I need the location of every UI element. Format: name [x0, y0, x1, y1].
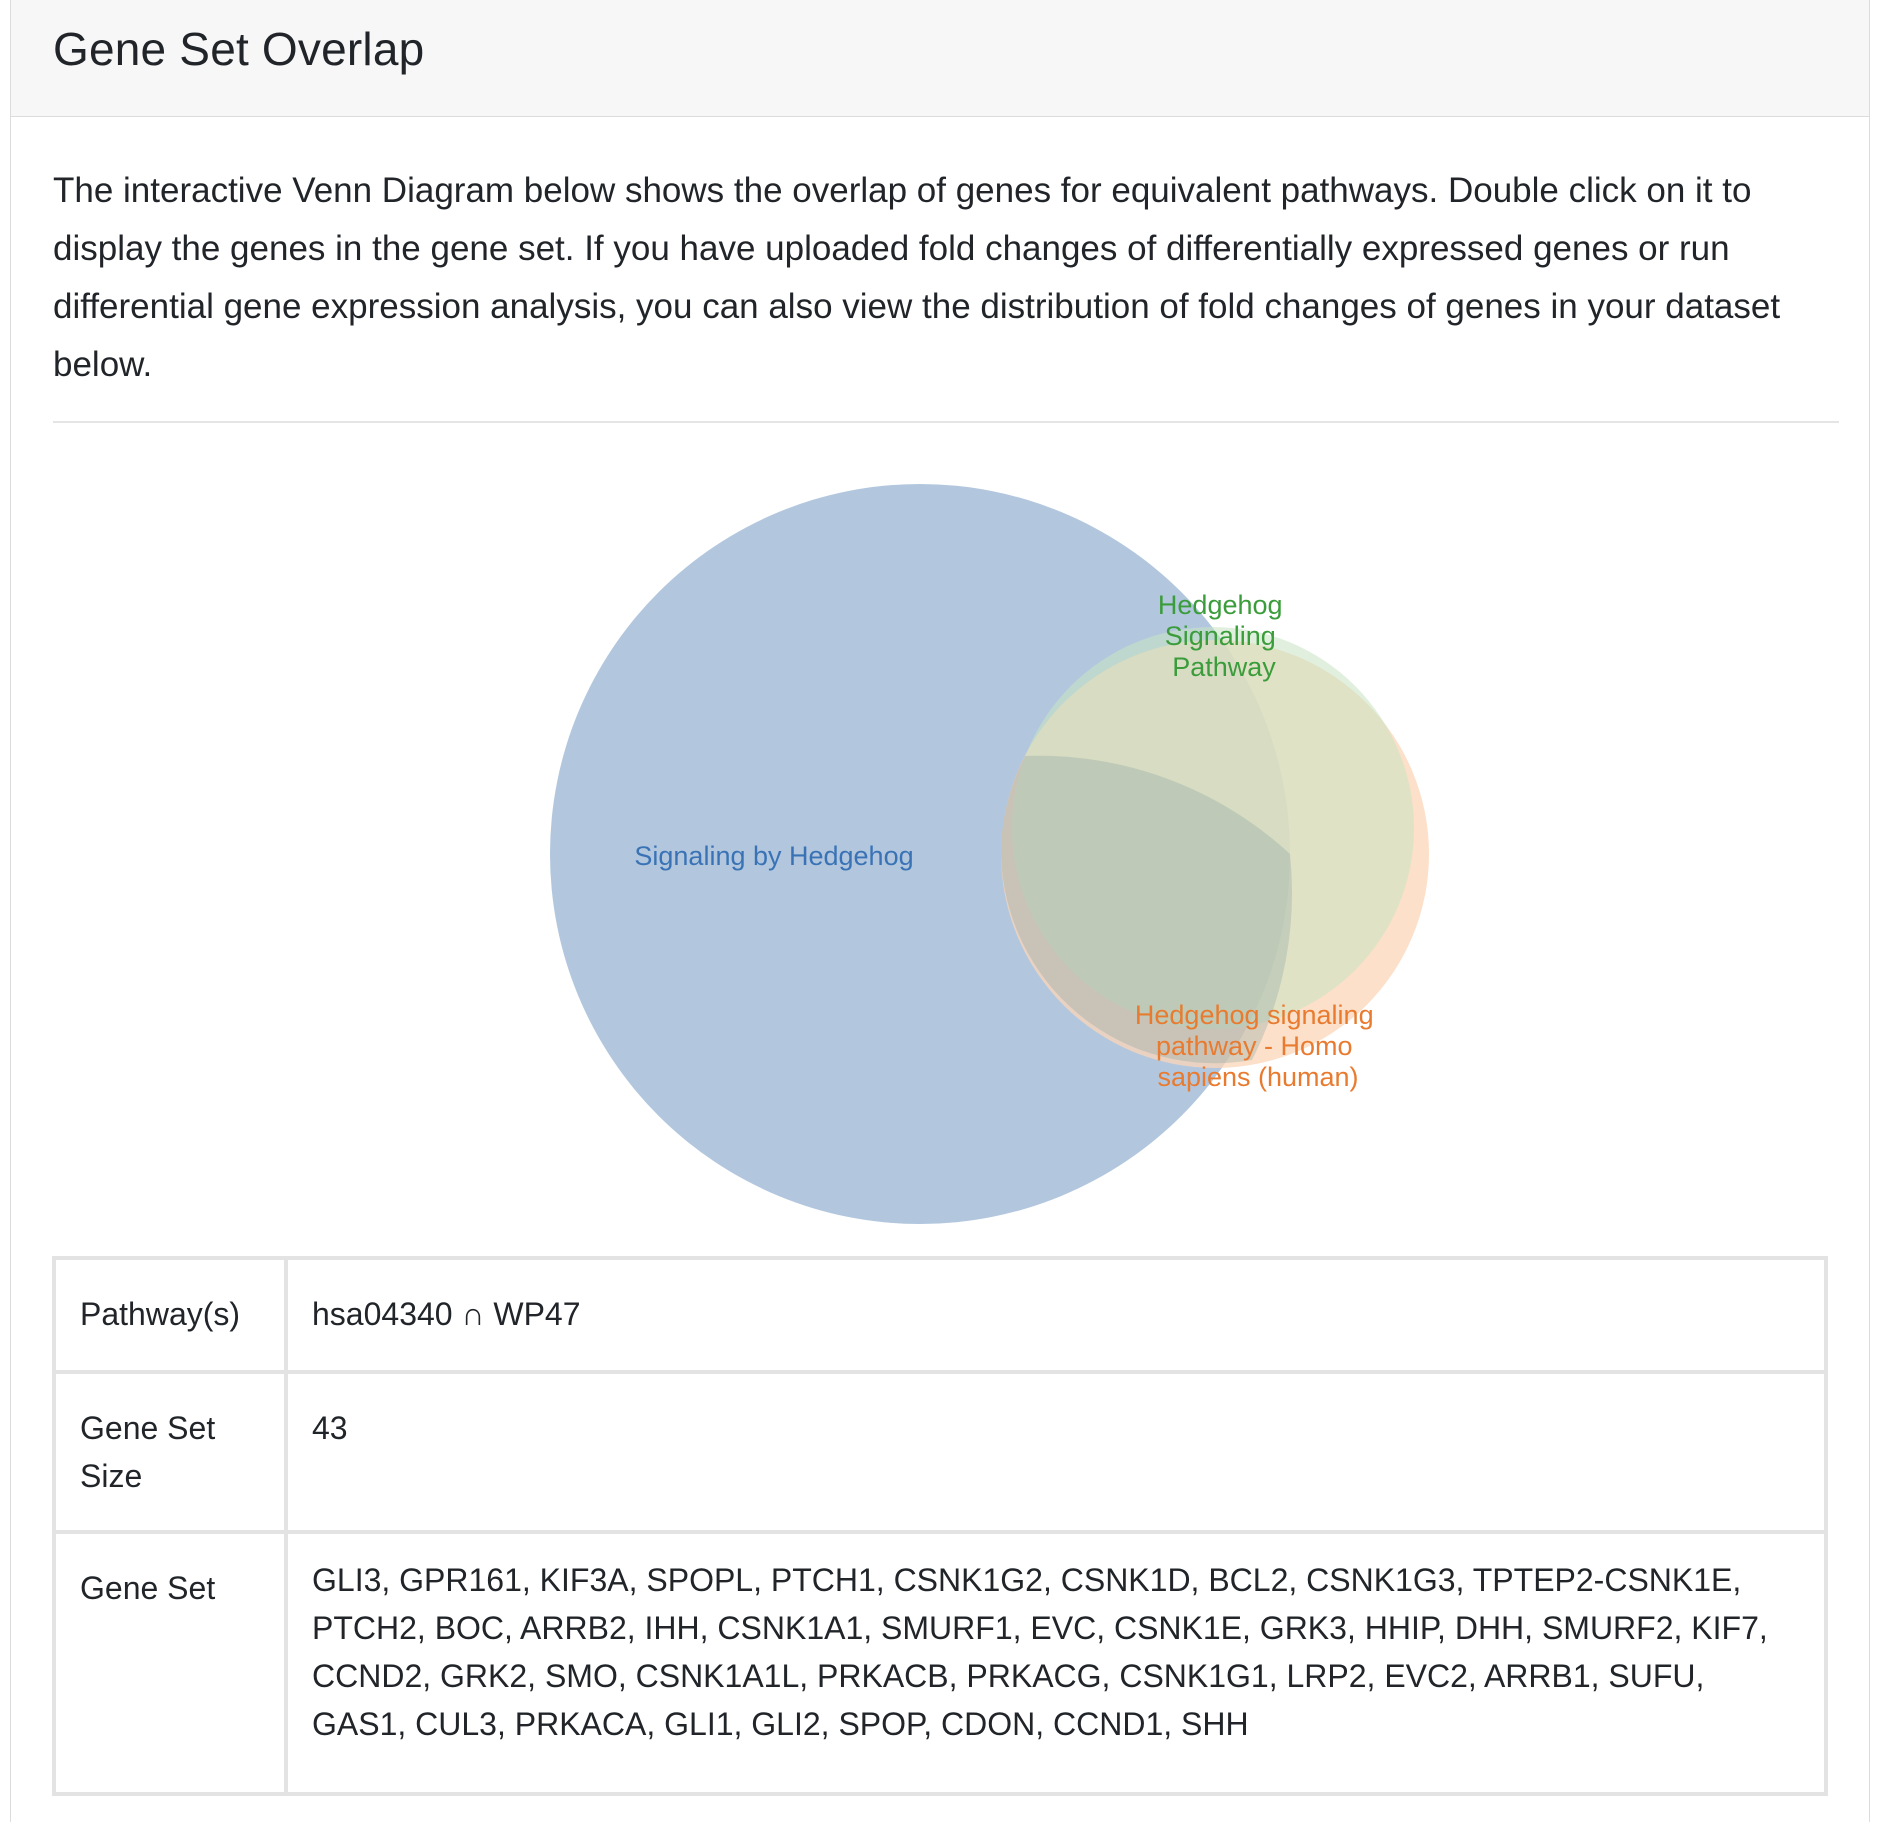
label-line: Hedgehog — [1158, 590, 1283, 620]
row-value: hsa04340 ∩ WP47 — [312, 1296, 581, 1332]
venn-label-hedgehog-signaling-human: Hedgehog signaling pathway - Homo sapien… — [1135, 1000, 1381, 1092]
label-line: Signaling — [1165, 621, 1276, 651]
row-label: Gene Set Size — [56, 1374, 288, 1530]
divider — [53, 421, 1839, 423]
row-label: Gene Set — [56, 1534, 288, 1796]
label-line: Signaling by Hedgehog — [634, 841, 913, 871]
row-value: GLI3, GPR161, KIF3A, SPOPL, PTCH1, CSNK1… — [312, 1562, 1768, 1742]
venn-label-signaling-by-hedgehog: Signaling by Hedgehog — [634, 841, 913, 871]
label-line: Hedgehog signaling — [1135, 1000, 1374, 1030]
table-row-pathways: Pathway(s) hsa04340 ∩ WP47 — [56, 1260, 1824, 1374]
gene-set-table: Pathway(s) hsa04340 ∩ WP47 Gene Set Size… — [52, 1256, 1828, 1796]
table-row-gene-set: Gene Set GLI3, GPR161, KIF3A, SPOPL, PTC… — [56, 1534, 1824, 1796]
venn-diagram[interactable]: Signaling by Hedgehog Hedgehog Signaling… — [0, 440, 1884, 1250]
card-title: Gene Set Overlap — [53, 23, 425, 75]
label-line: Pathway — [1172, 652, 1276, 682]
row-label: Pathway(s) — [56, 1260, 288, 1370]
label-line: pathway - Homo — [1156, 1031, 1353, 1061]
row-value: 43 — [312, 1410, 348, 1446]
card-header: Gene Set Overlap — [11, 0, 1869, 117]
venn-label-hedgehog-signaling-pathway: Hedgehog Signaling Pathway — [1158, 590, 1290, 682]
table-row-gene-set-size: Gene Set Size 43 — [56, 1374, 1824, 1534]
label-line: sapiens (human) — [1157, 1062, 1358, 1092]
card-description: The interactive Venn Diagram below shows… — [53, 171, 1781, 384]
